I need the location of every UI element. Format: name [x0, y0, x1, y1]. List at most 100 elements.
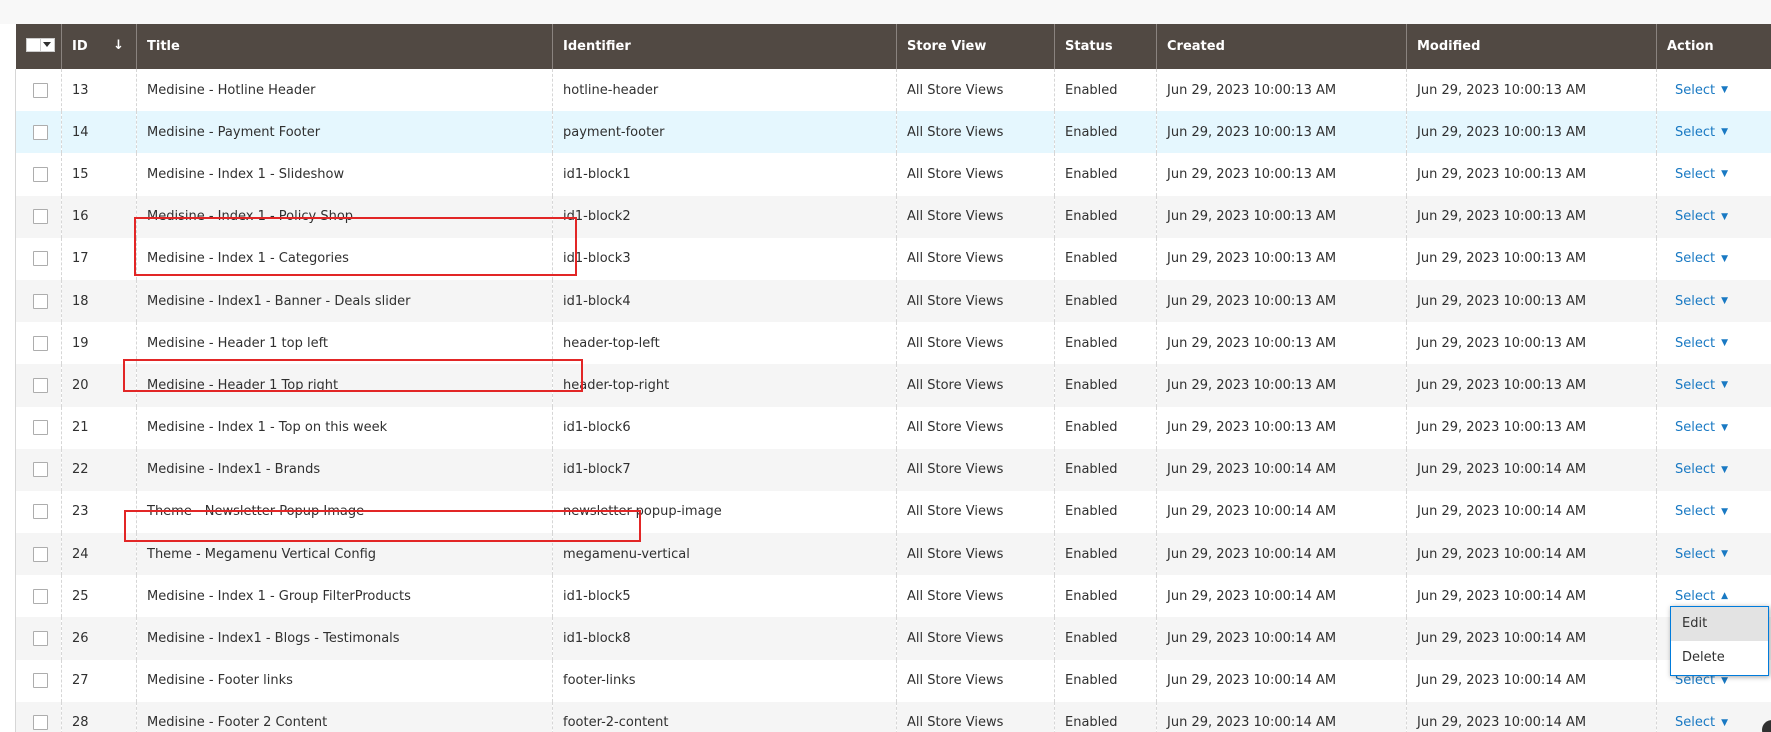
- row-action-select[interactable]: Select ▲: [1675, 589, 1728, 604]
- row-action-select[interactable]: Select ▼: [1675, 547, 1728, 562]
- cell-store-view: All Store Views: [896, 153, 1055, 196]
- row-action-select[interactable]: Select ▼: [1675, 294, 1728, 309]
- table-row[interactable]: 22 Medisine - Index1 - Brands id1-block7 Al…: [15, 448, 1771, 491]
- select-label: Select: [1675, 251, 1716, 267]
- row-checkbox[interactable]: [33, 82, 48, 98]
- column-header-title[interactable]: Title: [136, 24, 553, 69]
- select-label: Select: [1675, 82, 1716, 98]
- table-row[interactable]: 14 Medisine - Payment Footer payment-foote…: [15, 111, 1771, 154]
- row-checkbox[interactable]: [33, 631, 48, 647]
- cell-id: 15: [61, 153, 137, 196]
- cell-store-view: All Store Views: [896, 322, 1055, 365]
- row-action-select[interactable]: Select ▼: [1675, 251, 1728, 266]
- row-checkbox[interactable]: [33, 209, 48, 225]
- row-action-select[interactable]: Select ▼: [1675, 167, 1728, 182]
- row-select-cell[interactable]: [15, 111, 62, 154]
- cell-identifier: id1-block6: [552, 406, 897, 449]
- row-checkbox[interactable]: [33, 124, 48, 140]
- table-row[interactable]: 19 Medisine - Header 1 top left header-top…: [15, 322, 1771, 365]
- table-row[interactable]: 24 Theme - Megamenu Vertical Config megame…: [15, 533, 1771, 576]
- action-menu-edit[interactable]: Edit: [1671, 607, 1768, 641]
- row-select-cell[interactable]: [15, 195, 62, 238]
- column-header-modified[interactable]: Modified: [1406, 24, 1657, 69]
- row-select-cell[interactable]: [15, 659, 62, 702]
- cell-store-view: All Store Views: [896, 533, 1055, 576]
- mass-select-header[interactable]: [15, 24, 62, 69]
- table-row[interactable]: 23 Theme - Newsletter Popup Image newslett…: [15, 490, 1771, 534]
- cell-action: Select ▼: [1656, 448, 1771, 491]
- cell-action: Select ▼: [1656, 111, 1771, 154]
- row-select-cell[interactable]: [15, 364, 62, 407]
- row-select-cell[interactable]: [15, 153, 62, 196]
- row-checkbox[interactable]: [33, 588, 48, 604]
- row-select-cell[interactable]: [15, 490, 62, 534]
- table-row[interactable]: 27 Medisine - Footer links footer-links All…: [15, 659, 1771, 702]
- action-menu-delete[interactable]: Delete: [1671, 641, 1768, 675]
- row-action-select[interactable]: Select ▼: [1675, 83, 1728, 98]
- chevron-down-icon[interactable]: [40, 37, 55, 52]
- table-row[interactable]: 18 Medisine - Index1 - Banner - Deals sli…: [15, 279, 1771, 323]
- table-row[interactable]: 25 Medisine - Index 1 - Group FilterProdu…: [15, 575, 1771, 618]
- row-action-select[interactable]: Select ▼: [1675, 462, 1728, 477]
- row-select-cell[interactable]: [15, 279, 62, 323]
- row-checkbox[interactable]: [33, 715, 48, 731]
- row-action-select[interactable]: Select ▼: [1675, 420, 1728, 435]
- select-label: Select: [1675, 546, 1716, 562]
- cell-id: 27: [61, 659, 137, 702]
- table-row[interactable]: 13 Medisine - Hotline Header hotline-heade…: [15, 69, 1771, 112]
- cell-created: Jun 29, 2023 10:00:13 AM: [1156, 406, 1407, 449]
- table-row[interactable]: 21 Medisine - Index 1 - Top on this week i…: [15, 406, 1771, 449]
- row-select-cell[interactable]: [15, 701, 62, 732]
- row-checkbox[interactable]: [33, 420, 48, 436]
- row-checkbox[interactable]: [33, 251, 48, 267]
- cell-id: 19: [61, 322, 137, 365]
- table-row[interactable]: 26 Medisine - Index1 - Blogs - Testimonal…: [15, 617, 1771, 660]
- row-checkbox[interactable]: [33, 462, 48, 478]
- column-header-store-view[interactable]: Store View: [896, 24, 1055, 69]
- row-select-cell[interactable]: [15, 533, 62, 576]
- row-checkbox[interactable]: [33, 377, 48, 393]
- cell-action: Select ▼: [1656, 364, 1771, 407]
- caret-down-icon: ▼: [1721, 422, 1729, 433]
- table-row[interactable]: 20 Medisine - Header 1 Top right header-to…: [15, 364, 1771, 407]
- row-action-select[interactable]: Select ▼: [1675, 336, 1728, 351]
- row-checkbox[interactable]: [33, 546, 48, 562]
- column-header-status[interactable]: Status: [1054, 24, 1157, 69]
- table-row[interactable]: 28 Medisine - Footer 2 Content footer-2-co…: [15, 701, 1771, 732]
- row-checkbox[interactable]: [33, 673, 48, 689]
- column-header-identifier[interactable]: Identifier: [552, 24, 897, 69]
- row-checkbox[interactable]: [33, 335, 48, 351]
- row-select-cell[interactable]: [15, 322, 62, 365]
- sort-arrow-down-icon[interactable]: ↓: [113, 38, 124, 53]
- cell-store-view: All Store Views: [896, 364, 1055, 407]
- column-header-id[interactable]: ID ↓: [61, 24, 137, 69]
- cell-action: Select ▼: [1656, 533, 1771, 576]
- row-action-select[interactable]: Select ▼: [1675, 715, 1728, 730]
- mass-select-checkbox[interactable]: [25, 37, 41, 52]
- cell-modified: Jun 29, 2023 10:00:14 AM: [1406, 448, 1657, 491]
- cell-modified: Jun 29, 2023 10:00:14 AM: [1406, 575, 1657, 618]
- row-select-cell[interactable]: [15, 406, 62, 449]
- cell-status: Enabled: [1054, 533, 1157, 576]
- row-checkbox[interactable]: [33, 504, 48, 520]
- column-header-created[interactable]: Created: [1156, 24, 1407, 69]
- row-select-cell[interactable]: [15, 575, 62, 618]
- table-row[interactable]: 17 Medisine - Index 1 - Categories id1-blo…: [15, 237, 1771, 280]
- row-action-select[interactable]: Select ▼: [1675, 209, 1728, 224]
- cell-store-view: All Store Views: [896, 701, 1055, 732]
- mass-select-dropdown[interactable]: [25, 37, 55, 52]
- cell-identifier: id1-block7: [552, 448, 897, 491]
- row-select-cell[interactable]: [15, 617, 62, 660]
- row-action-select[interactable]: Select ▼: [1675, 125, 1728, 140]
- row-action-select[interactable]: Select ▼: [1675, 378, 1728, 393]
- row-select-cell[interactable]: [15, 237, 62, 280]
- table-row[interactable]: 15 Medisine - Index 1 - Slideshow id1-bloc…: [15, 153, 1771, 196]
- cell-id: 23: [61, 490, 137, 534]
- row-checkbox[interactable]: [33, 293, 48, 309]
- row-action-select[interactable]: Select ▼: [1675, 504, 1728, 519]
- table-row[interactable]: 16 Medisine - Index 1 - Policy Shop id1-bl…: [15, 195, 1771, 238]
- row-select-cell[interactable]: [15, 69, 62, 112]
- cell-title: Medisine - Payment Footer: [136, 111, 553, 154]
- row-select-cell[interactable]: [15, 448, 62, 491]
- row-checkbox[interactable]: [33, 166, 48, 182]
